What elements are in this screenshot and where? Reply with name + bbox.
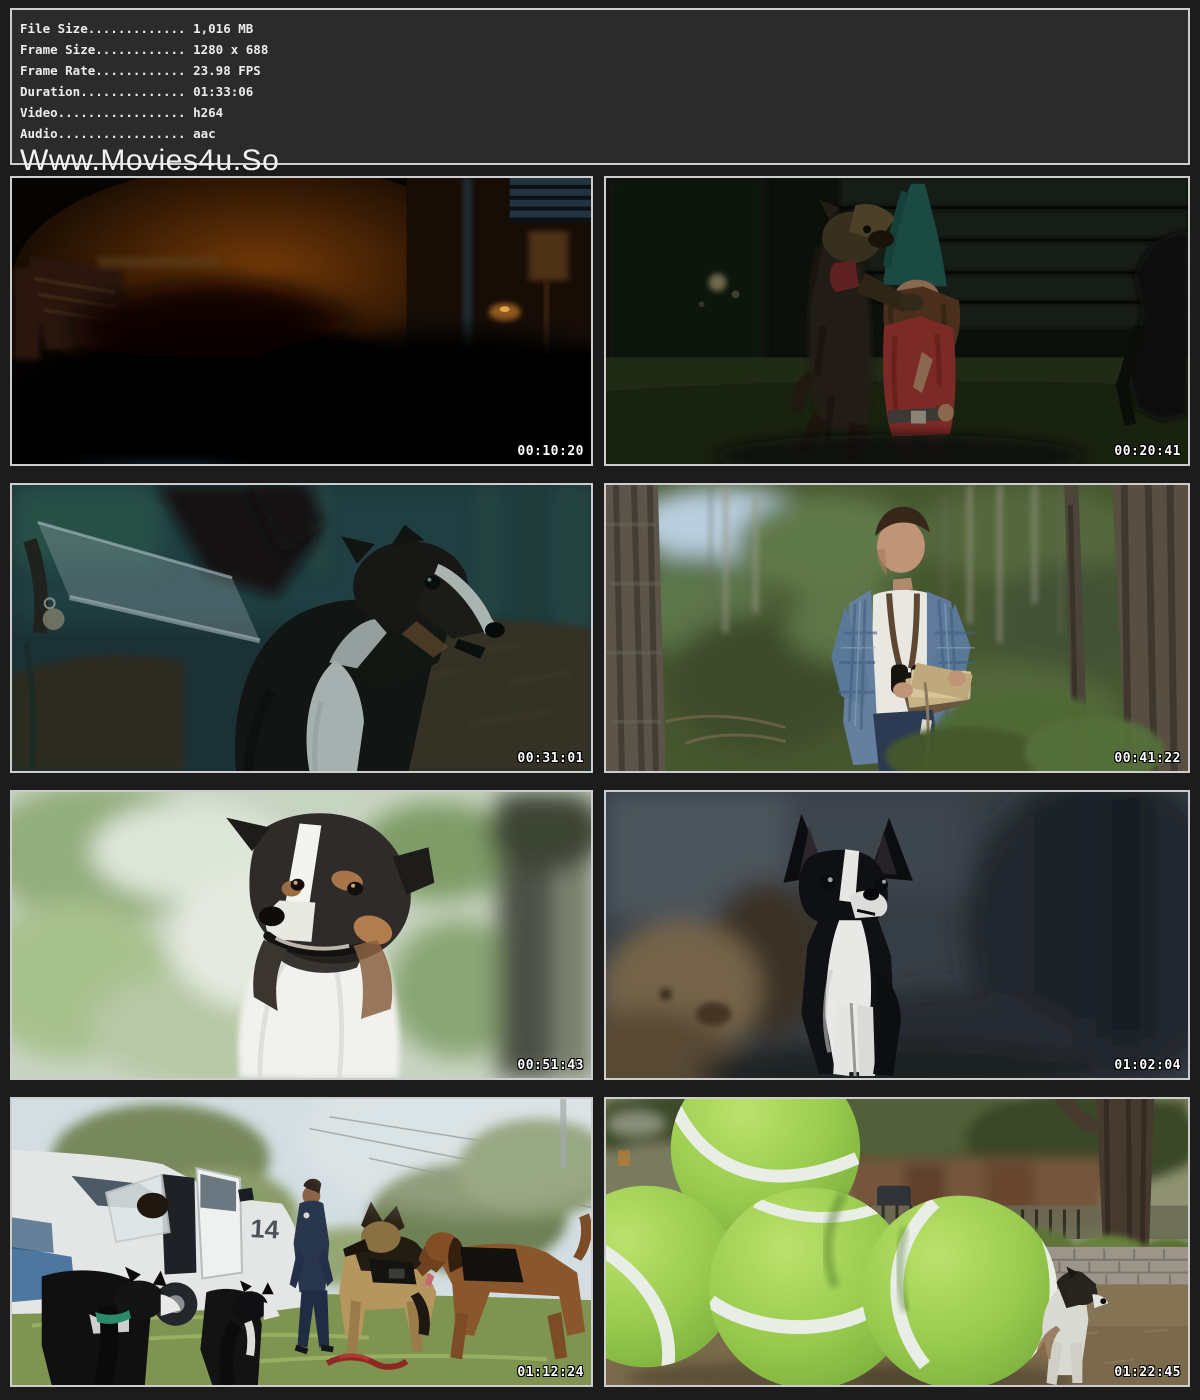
dot-leader: ................. (58, 126, 186, 141)
van-number-text: 14 (250, 1215, 281, 1244)
info-label: Duration (20, 84, 80, 99)
info-row-video: Video................. h264 (20, 102, 1188, 123)
screenshot-thumb-8: 01:22:45 (604, 1097, 1190, 1387)
screenshot-sheet: File Size............. 1,016 MB Frame Siz… (0, 0, 1200, 1387)
screenshot-thumb-5: 00:51:43 (10, 790, 593, 1080)
info-row-frame-size: Frame Size............ 1280 x 688 (20, 39, 1188, 60)
dot-leader: ............ (95, 63, 185, 78)
scene-k9-van-illustration: 14 (12, 1099, 591, 1385)
timestamp-badge: 00:31:01 (517, 751, 584, 766)
scene-cone-dog-illustration (12, 485, 591, 771)
timestamp-badge: 01:02:04 (1114, 1058, 1181, 1073)
info-row-duration: Duration.............. 01:33:06 (20, 81, 1188, 102)
dot-leader: ............ (95, 42, 185, 57)
scene-gnome-illustration (606, 178, 1188, 464)
scene-tennis-balls-illustration (606, 1099, 1188, 1385)
dot-leader: ................. (58, 105, 186, 120)
info-value: h264 (193, 105, 223, 120)
thumbnail-grid: 00:10:20 (10, 176, 1190, 1387)
timestamp-badge: 00:41:22 (1114, 751, 1181, 766)
info-value: aac (193, 126, 216, 141)
site-watermark: Www.Movies4u.So (20, 145, 1188, 176)
timestamp-badge: 00:10:20 (517, 444, 584, 459)
info-label: Video (20, 105, 58, 120)
info-value: 01:33:06 (193, 84, 253, 99)
scene-boston-terrier-illustration (606, 792, 1188, 1078)
scene-forest-man-illustration (606, 485, 1188, 771)
screenshot-thumb-3: 00:31:01 (10, 483, 593, 773)
info-value: 1280 x 688 (193, 42, 268, 57)
timestamp-badge: 01:22:45 (1114, 1365, 1181, 1380)
info-row-audio: Audio................. aac (20, 123, 1188, 144)
screenshot-thumb-2: 00:20:41 (604, 176, 1190, 466)
info-value: 23.98 FPS (193, 63, 261, 78)
scene-smiling-dog-illustration (12, 792, 591, 1078)
dot-leader: ............. (88, 21, 186, 36)
screenshot-thumb-4: 00:41:22 (604, 483, 1190, 773)
media-info-panel: File Size............. 1,016 MB Frame Siz… (10, 8, 1190, 165)
screenshot-thumb-6: 01:02:04 (604, 790, 1190, 1080)
screenshot-thumb-7: 14 (10, 1097, 593, 1387)
dot-leader: .............. (80, 84, 185, 99)
timestamp-badge: 01:12:24 (517, 1365, 584, 1380)
info-label: Audio (20, 126, 58, 141)
timestamp-badge: 00:20:41 (1114, 444, 1181, 459)
info-label: File Size (20, 21, 88, 36)
timestamp-badge: 00:51:43 (517, 1058, 584, 1073)
info-label: Frame Rate (20, 63, 95, 78)
screenshot-thumb-1: 00:10:20 (10, 176, 593, 466)
info-row-file-size: File Size............. 1,016 MB (20, 18, 1188, 39)
info-row-frame-rate: Frame Rate............ 23.98 FPS (20, 60, 1188, 81)
scene-dark-yard-illustration (12, 178, 591, 464)
info-value: 1,016 MB (193, 21, 253, 36)
info-label: Frame Size (20, 42, 95, 57)
